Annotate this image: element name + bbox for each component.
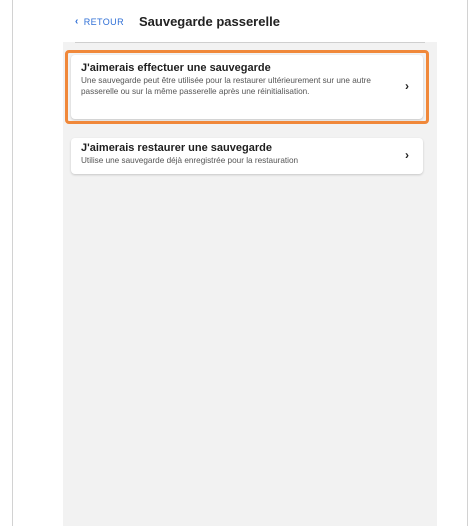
option-title: J'aimerais restaurer une sauvegarde xyxy=(81,142,272,154)
page-title: Sauvegarde passerelle xyxy=(139,14,280,29)
app-screen: ‹ RETOUR Sauvegarde passerelle J'aimerai… xyxy=(63,0,437,526)
chevron-right-icon: › xyxy=(405,79,409,93)
option-description: Une sauvegarde peut être utilisée pour l… xyxy=(81,76,371,96)
browser-frame: ‹ RETOUR Sauvegarde passerelle J'aimerai… xyxy=(12,0,468,526)
back-button[interactable]: ‹ RETOUR xyxy=(75,16,124,28)
back-label: RETOUR xyxy=(83,17,124,27)
option-card-backup[interactable]: J'aimerais effectuer une sauvegarde Une … xyxy=(71,55,423,119)
chevron-right-icon: › xyxy=(405,148,409,162)
option-title: J'aimerais effectuer une sauvegarde xyxy=(81,62,271,74)
option-description: Utilise une sauvegarde déjà enregistrée … xyxy=(81,156,299,165)
header-bar: ‹ RETOUR Sauvegarde passerelle xyxy=(63,0,437,42)
header-divider xyxy=(75,42,425,43)
chevron-left-icon: ‹ xyxy=(75,16,79,27)
option-card-restore[interactable]: J'aimerais restaurer une sauvegarde Util… xyxy=(71,138,423,174)
